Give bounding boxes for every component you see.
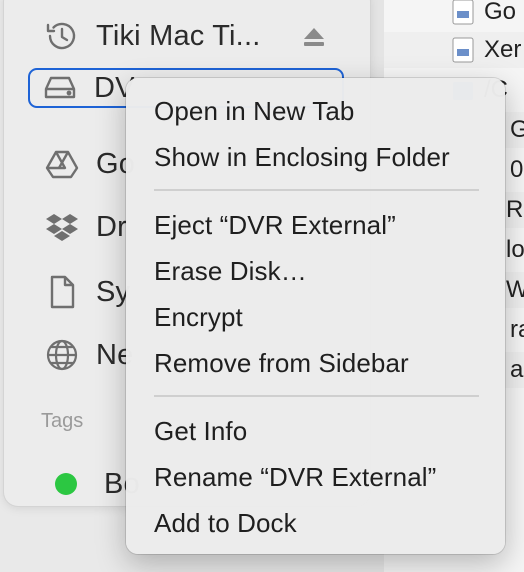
sidebar-item-label: Tiki Mac Ti... [96, 19, 261, 52]
menu-item-open-in-new-tab[interactable]: Open in New Tab [154, 96, 354, 127]
menu-separator [154, 395, 479, 397]
list-item[interactable]: Go [384, 0, 524, 30]
document-icon [42, 272, 82, 312]
menu-item-add-to-dock[interactable]: Add to Dock [154, 508, 297, 539]
file-name: 0 [510, 156, 524, 183]
tags-header: Tags [41, 410, 84, 432]
sidebar-item-label: Dr [96, 210, 128, 243]
file-name: ag [510, 356, 524, 383]
finder-window: Go Xer /C G 0 R3 lo W ra ag [0, 0, 524, 572]
file-name: W [506, 276, 524, 303]
list-item[interactable]: Xer [384, 32, 524, 68]
file-name: G [510, 116, 524, 143]
sidebar-item-time-machine[interactable]: Tiki Mac Ti... [28, 15, 344, 57]
disk-image-icon [452, 0, 474, 25]
tag-color-dot [46, 464, 86, 504]
file-name: R3 [506, 196, 524, 223]
external-drive-icon [40, 68, 80, 108]
menu-item-eject[interactable]: Eject “DVR External” [154, 210, 396, 241]
google-drive-icon [42, 144, 82, 184]
menu-separator [154, 189, 479, 191]
menu-item-remove-from-sidebar[interactable]: Remove from Sidebar [154, 348, 409, 379]
file-name: Go [484, 0, 517, 25]
menu-item-erase-disk[interactable]: Erase Disk… [154, 256, 307, 287]
menu-item-encrypt[interactable]: Encrypt [154, 302, 243, 333]
file-name: ra [510, 316, 524, 343]
file-name: lo [506, 236, 524, 263]
context-menu: Open in New Tab Show in Enclosing Folder… [126, 78, 505, 554]
file-name: Xer [484, 36, 522, 63]
menu-item-show-in-enclosing-folder[interactable]: Show in Enclosing Folder [154, 142, 450, 173]
dropbox-icon [42, 207, 82, 247]
menu-item-rename[interactable]: Rename “DVR External” [154, 462, 436, 493]
eject-icon[interactable] [302, 23, 326, 56]
menu-item-get-info[interactable]: Get Info [154, 416, 247, 447]
time-machine-icon [42, 16, 82, 56]
disk-image-icon [452, 37, 474, 63]
network-globe-icon [42, 335, 82, 375]
